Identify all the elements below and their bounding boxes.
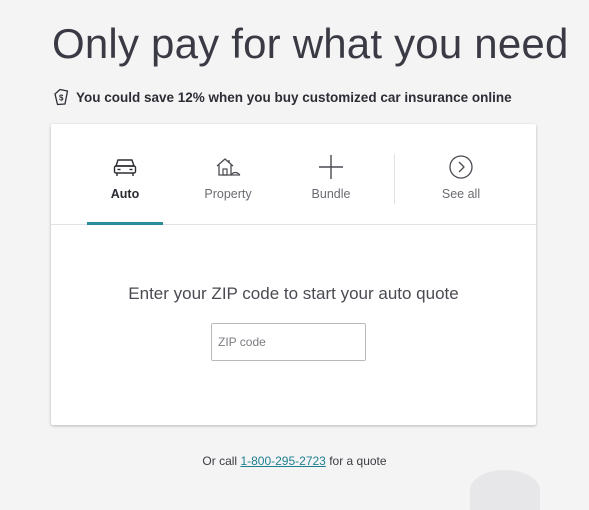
call-prefix: Or call <box>202 454 238 468</box>
page-headline: Only pay for what you need <box>52 20 569 67</box>
tab-auto[interactable]: Auto <box>87 124 163 225</box>
house-icon <box>214 154 242 180</box>
phone-link[interactable]: 1-800-295-2723 <box>240 454 325 468</box>
call-line: Or call 1-800-295-2723 for a quote <box>0 454 589 468</box>
tab-property-label: Property <box>204 187 252 201</box>
call-suffix: for a quote <box>329 454 387 468</box>
product-tabs: Auto Property Bundle See all <box>51 124 536 225</box>
tab-property[interactable]: Property <box>188 124 268 224</box>
car-icon <box>111 154 139 180</box>
tab-see-all-label: See all <box>441 187 481 201</box>
tab-bundle[interactable]: Bundle <box>295 124 367 224</box>
svg-text:$: $ <box>59 93 64 102</box>
savings-banner: $ You could save 12% when you buy custom… <box>52 88 512 106</box>
tab-bundle-label: Bundle <box>311 187 351 201</box>
plus-icon <box>317 154 345 180</box>
zip-code-input[interactable] <box>211 323 366 361</box>
price-tag-icon: $ <box>52 88 70 106</box>
savings-text: You could save 12% when you buy customiz… <box>76 89 512 105</box>
chevron-right-circle-icon <box>448 154 474 180</box>
tab-auto-label: Auto <box>110 187 140 201</box>
quote-card: Auto Property Bundle See all Enter your … <box>51 124 536 425</box>
chat-bubble-shape <box>470 470 540 510</box>
zip-prompt: Enter your ZIP code to start your auto q… <box>128 284 459 303</box>
tab-divider <box>394 154 395 204</box>
tab-see-all[interactable]: See all <box>423 124 499 224</box>
